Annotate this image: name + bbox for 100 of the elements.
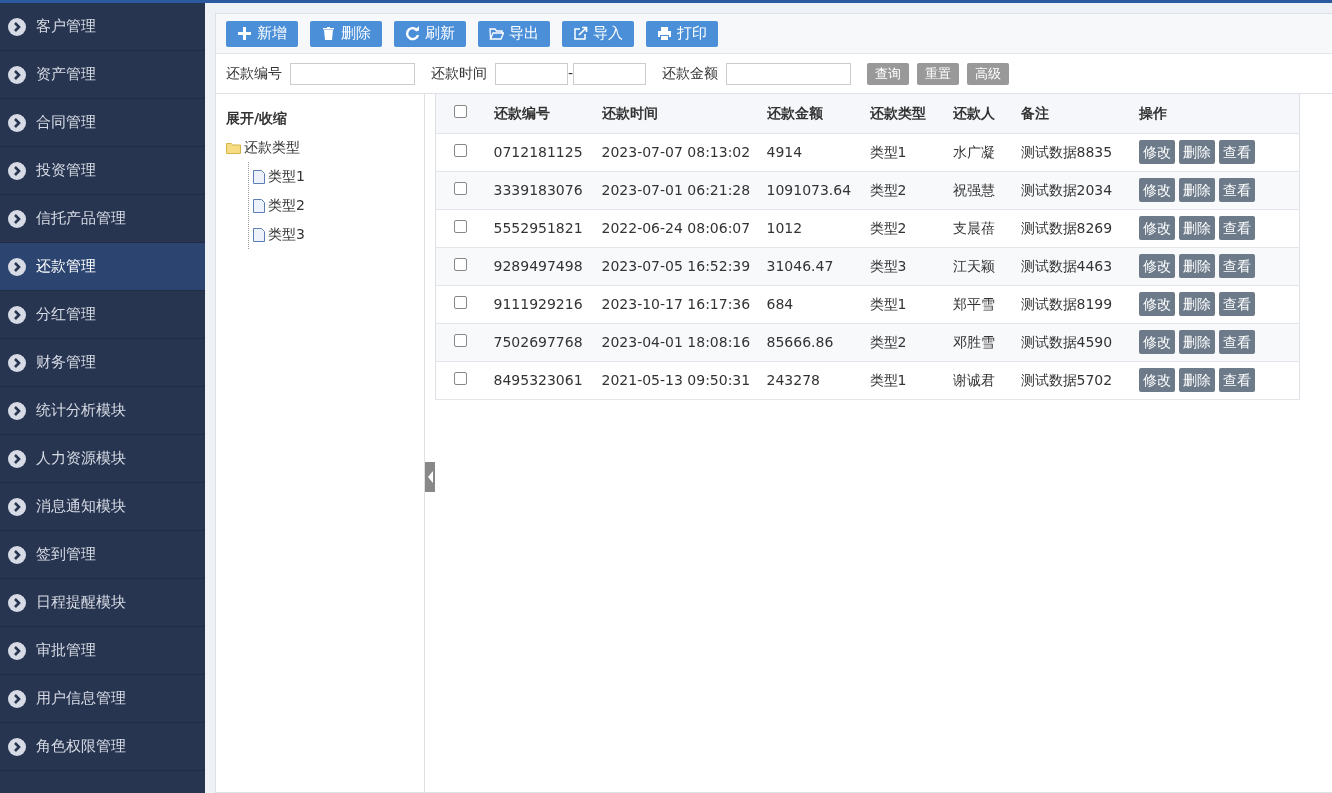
sidebar-item[interactable]: 财务管理 — [0, 339, 205, 387]
date-from-field[interactable] — [495, 62, 568, 85]
row-action-button[interactable]: 查看 — [1218, 140, 1255, 164]
search-field[interactable] — [290, 62, 415, 85]
date-to-field[interactable] — [573, 62, 647, 85]
tree-node[interactable]: 类型2 — [249, 191, 424, 220]
row-checkbox[interactable] — [454, 219, 468, 233]
row-checkbox[interactable] — [454, 295, 468, 309]
tree-node[interactable]: 还款类型 — [226, 133, 424, 162]
table-cell: 测试数据8835 — [1020, 143, 1113, 160]
table-cell: 684 — [766, 295, 794, 312]
toolbar-button[interactable]: 导入 — [562, 20, 634, 47]
row-action-button[interactable]: 查看 — [1218, 292, 1255, 316]
table-cell: 类型1 — [869, 295, 907, 312]
row-action-button[interactable]: 查看 — [1218, 178, 1255, 202]
tree-node[interactable]: 类型1 — [249, 162, 424, 191]
chevron-icon — [8, 737, 26, 756]
table-cell: 1012 — [766, 219, 803, 236]
row-action-button[interactable]: 修改 — [1138, 292, 1175, 316]
table-cell: 2023-07-01 06:21:28 — [601, 181, 751, 198]
sidebar-item[interactable]: 角色权限管理 — [0, 723, 205, 771]
toolbar-button[interactable]: 删除 — [310, 20, 382, 47]
row-action-button[interactable]: 修改 — [1138, 368, 1175, 392]
sidebar-item[interactable]: 统计分析模块 — [0, 387, 205, 435]
sidebar-item[interactable]: 资产管理 — [0, 51, 205, 99]
toolbar-button[interactable]: 导出 — [478, 20, 550, 47]
row-checkbox[interactable] — [454, 257, 468, 271]
row-action-button[interactable]: 删除 — [1178, 368, 1215, 392]
chevron-icon — [8, 161, 26, 180]
table-cell: 类型1 — [869, 371, 907, 388]
search-button[interactable]: 重置 — [917, 62, 960, 85]
table-cell: 测试数据5702 — [1020, 371, 1113, 388]
row-checkbox[interactable] — [454, 371, 468, 385]
row-action-button[interactable]: 删除 — [1178, 178, 1215, 202]
row-action-button[interactable]: 删除 — [1178, 216, 1215, 240]
column-header: 还款金额 — [766, 104, 823, 121]
row-checkbox[interactable] — [454, 143, 468, 157]
select-all-checkbox[interactable] — [454, 104, 468, 118]
search-button[interactable]: 高级 — [967, 62, 1010, 85]
toolbar-button[interactable]: 打印 — [646, 20, 718, 47]
tree-node[interactable]: 类型3 — [249, 220, 424, 249]
table-cell: 测试数据2034 — [1020, 181, 1113, 198]
sidebar-item[interactable]: 审批管理 — [0, 627, 205, 675]
search-button[interactable]: 查询 — [867, 62, 910, 85]
row-checkbox[interactable] — [454, 333, 468, 347]
column-header: 操作 — [1138, 104, 1167, 121]
chevron-icon — [8, 689, 26, 708]
row-action-button[interactable]: 查看 — [1218, 216, 1255, 240]
row-action-button[interactable]: 修改 — [1138, 178, 1175, 202]
row-action-button[interactable]: 查看 — [1218, 330, 1255, 354]
search-field[interactable] — [726, 62, 852, 85]
table-cell: 郑平雪 — [952, 295, 995, 312]
table-cell: 31046.47 — [766, 257, 834, 274]
row-action-button[interactable]: 修改 — [1138, 216, 1175, 240]
sidebar-item[interactable]: 客户管理 — [0, 3, 205, 51]
sidebar-item[interactable]: 还款管理 — [0, 243, 205, 291]
row-action-button[interactable]: 删除 — [1178, 254, 1215, 278]
table-cell: 测试数据4590 — [1020, 333, 1113, 350]
row-action-button[interactable]: 修改 — [1138, 330, 1175, 354]
sidebar-item[interactable]: 投资管理 — [0, 147, 205, 195]
column-header: 还款编号 — [493, 104, 550, 121]
table-cell: 85666.86 — [766, 333, 834, 350]
table-cell: 谢诚君 — [952, 371, 995, 388]
row-action-button[interactable]: 删除 — [1178, 140, 1215, 164]
sidebar-item[interactable]: 签到管理 — [0, 531, 205, 579]
row-action-button[interactable]: 修改 — [1138, 140, 1175, 164]
sidebar-item[interactable]: 分红管理 — [0, 291, 205, 339]
row-action-button[interactable]: 查看 — [1218, 254, 1255, 278]
sidebar-item[interactable]: 用户信息管理 — [0, 675, 205, 723]
table-cell: 2023-07-07 08:13:02 — [601, 143, 751, 160]
table-cell: 江天颖 — [952, 257, 995, 274]
table-cell: 2023-07-05 16:52:39 — [601, 257, 751, 274]
row-action-button[interactable]: 删除 — [1178, 292, 1215, 316]
sidebar-item[interactable]: 消息通知模块 — [0, 483, 205, 531]
table-cell: 类型3 — [869, 257, 907, 274]
column-header: 还款类型 — [869, 104, 926, 121]
chevron-icon — [8, 209, 26, 228]
table-cell: 2022-06-24 08:06:07 — [601, 219, 751, 236]
sidebar-item[interactable]: 日程提醒模块 — [0, 579, 205, 627]
row-action-button[interactable]: 查看 — [1218, 368, 1255, 392]
chevron-icon — [8, 449, 26, 468]
table-cell: 0712181125 — [493, 143, 583, 160]
collapse-handle[interactable] — [425, 462, 435, 492]
row-action-button[interactable]: 修改 — [1138, 254, 1175, 278]
search-label: 还款编号 — [226, 64, 282, 83]
column-header: 备注 — [1020, 104, 1049, 121]
tree-toggle[interactable]: 展开/收缩 — [226, 104, 424, 133]
sidebar-item[interactable]: 合同管理 — [0, 99, 205, 147]
sidebar-item[interactable]: 人力资源模块 — [0, 435, 205, 483]
row-checkbox[interactable] — [454, 181, 468, 195]
toolbar-button[interactable]: 刷新 — [394, 20, 466, 47]
toolbar-button[interactable]: 新增 — [226, 20, 298, 47]
table-cell: 祝强慧 — [952, 181, 995, 198]
row-action-button[interactable]: 删除 — [1178, 330, 1215, 354]
table-cell: 邓胜雪 — [952, 333, 995, 350]
table-cell: 测试数据8199 — [1020, 295, 1113, 312]
trash-icon — [321, 26, 336, 41]
file-icon — [253, 169, 265, 184]
table-cell: 243278 — [766, 371, 820, 388]
chevron-icon — [8, 113, 26, 132]
